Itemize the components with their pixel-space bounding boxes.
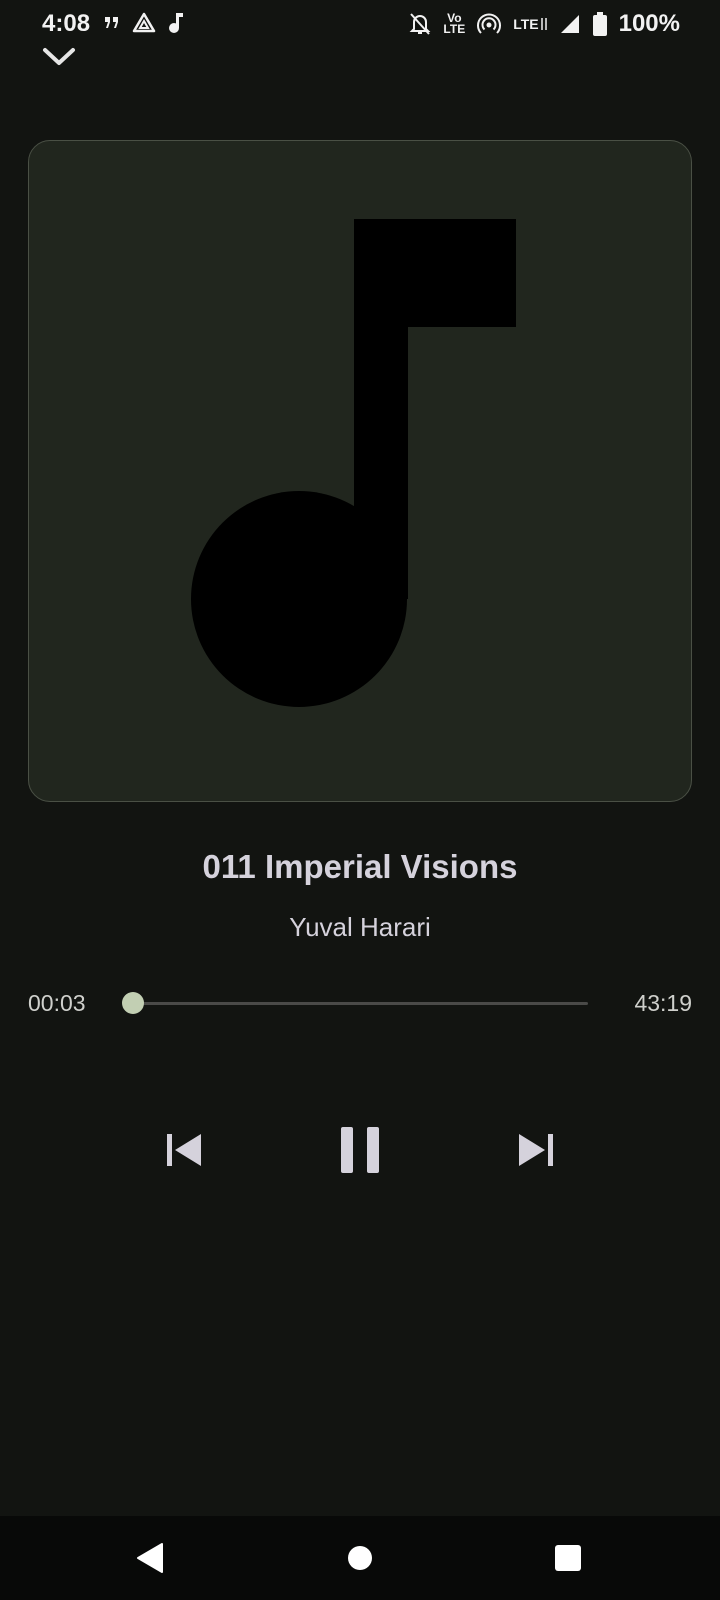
music-note-icon xyxy=(191,219,516,707)
skip-next-icon xyxy=(519,1134,553,1166)
system-icons: Vo LTE LTE 100% xyxy=(409,10,680,38)
collapse-player-button[interactable] xyxy=(40,42,78,72)
quote-notification-icon xyxy=(105,17,118,28)
album-art xyxy=(28,140,692,802)
seek-thumb[interactable] xyxy=(121,992,144,1014)
data-arrows-icon xyxy=(540,18,547,30)
back-triangle-icon xyxy=(137,1543,163,1573)
bell-off-icon xyxy=(410,13,431,35)
status-bar: 4:08 Vo LTE LTE 100% xyxy=(0,0,720,50)
notification-icons xyxy=(104,12,184,34)
nav-home-button[interactable] xyxy=(336,1534,384,1582)
battery-percent: 100% xyxy=(618,10,680,37)
next-button[interactable] xyxy=(505,1120,565,1180)
battery-icon xyxy=(592,12,607,36)
hotspot-icon xyxy=(477,13,502,34)
lte-icon: LTE xyxy=(513,15,547,32)
track-artist: Yuval Harari xyxy=(289,912,431,942)
recents-square-icon xyxy=(555,1545,581,1571)
signal-icon xyxy=(560,15,579,33)
home-circle-icon xyxy=(348,1546,372,1570)
seek-bar[interactable] xyxy=(132,1002,588,1005)
elapsed-time: 00:03 xyxy=(28,990,86,1016)
system-nav-bar xyxy=(0,1516,720,1600)
chevron-down-icon xyxy=(43,48,75,65)
previous-button[interactable] xyxy=(155,1120,215,1180)
skip-previous-icon xyxy=(167,1134,201,1166)
total-time: 43:19 xyxy=(634,990,692,1016)
drive-icon xyxy=(132,12,156,33)
pause-icon xyxy=(341,1127,379,1173)
nav-back-button[interactable] xyxy=(126,1534,174,1582)
volte-icon: Vo LTE xyxy=(443,12,466,36)
nav-recents-button[interactable] xyxy=(544,1534,592,1582)
status-time: 4:08 xyxy=(42,10,91,37)
pause-button[interactable] xyxy=(330,1120,390,1180)
lte-label: LTE xyxy=(513,15,539,32)
music-note-notification-icon xyxy=(169,13,183,33)
volte-bottom-label: LTE xyxy=(443,22,466,36)
track-title: 011 Imperial Visions xyxy=(202,848,518,885)
